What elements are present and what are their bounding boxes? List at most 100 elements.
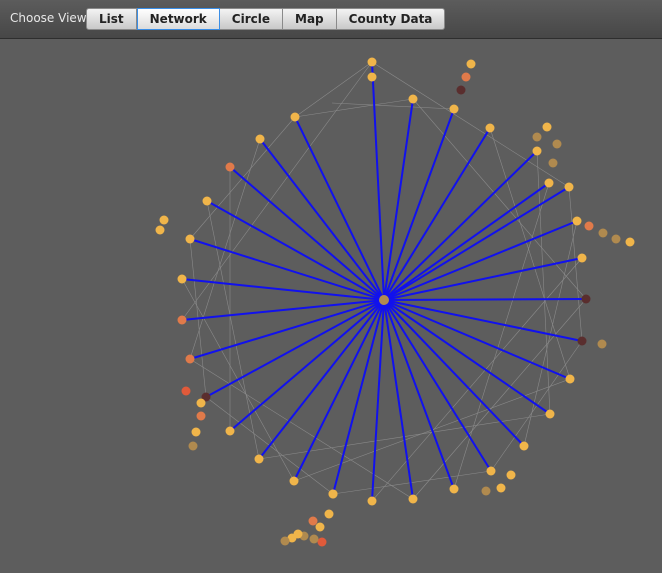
- view-toolbar: Choose View List Network Circle Map Coun…: [0, 0, 662, 39]
- network-node[interactable]: [532, 132, 542, 142]
- network-node[interactable]: [255, 134, 265, 144]
- network-node[interactable]: [564, 182, 574, 192]
- network-node[interactable]: [196, 411, 206, 421]
- network-node[interactable]: [254, 454, 264, 464]
- tab-map[interactable]: Map: [283, 8, 337, 30]
- tab-network[interactable]: Network: [136, 8, 220, 30]
- network-node[interactable]: [280, 536, 290, 546]
- network-node[interactable]: [185, 354, 195, 364]
- choose-view-label: Choose View: [10, 11, 87, 25]
- network-node[interactable]: [367, 72, 377, 82]
- network-node[interactable]: [581, 294, 591, 304]
- network-node[interactable]: [185, 234, 195, 244]
- spoke-link: [383, 186, 570, 301]
- network-node[interactable]: [408, 94, 418, 104]
- faint-link: [206, 200, 260, 460]
- tab-circle[interactable]: Circle: [219, 8, 283, 30]
- spoke-link: [383, 98, 414, 301]
- spoke-link: [294, 116, 385, 301]
- network-node[interactable]: [548, 158, 558, 168]
- network-node[interactable]: [196, 398, 206, 408]
- spoke-link: [383, 299, 525, 447]
- faint-link: [371, 61, 570, 188]
- network-node[interactable]: [532, 146, 542, 156]
- network-node[interactable]: [449, 484, 459, 494]
- faint-link: [331, 102, 455, 110]
- spoke-link: [383, 220, 578, 301]
- network-node[interactable]: [481, 486, 491, 496]
- network-node[interactable]: [611, 234, 621, 244]
- network-node[interactable]: [496, 483, 506, 493]
- network-node[interactable]: [159, 215, 169, 225]
- network-node[interactable]: [191, 427, 201, 437]
- network-node[interactable]: [577, 336, 587, 346]
- network-node[interactable]: [225, 426, 235, 436]
- network-node[interactable]: [598, 228, 608, 238]
- network-node[interactable]: [456, 85, 466, 95]
- network-node[interactable]: [552, 139, 562, 149]
- network-node[interactable]: [565, 374, 575, 384]
- network-node[interactable]: [584, 221, 594, 231]
- faint-link: [490, 340, 583, 472]
- network-node[interactable]: [317, 537, 327, 547]
- network-canvas[interactable]: [0, 39, 662, 573]
- network-node[interactable]: [315, 522, 325, 532]
- faint-link: [412, 298, 587, 500]
- network-graph[interactable]: [0, 39, 662, 573]
- spoke-link: [383, 299, 414, 500]
- network-node[interactable]: [293, 529, 303, 539]
- spoke-link: [371, 61, 385, 301]
- network-node[interactable]: [367, 57, 377, 67]
- spoke-links: [181, 61, 587, 502]
- spoke-link: [371, 299, 385, 502]
- faint-link: [294, 98, 414, 118]
- network-node[interactable]: [290, 112, 300, 122]
- spoke-link: [258, 299, 385, 460]
- network-node[interactable]: [466, 59, 476, 69]
- hub-node[interactable]: [379, 295, 389, 305]
- network-node[interactable]: [225, 162, 235, 172]
- network-node[interactable]: [485, 123, 495, 133]
- faint-link: [294, 61, 373, 118]
- network-node[interactable]: [449, 104, 459, 114]
- faint-link: [489, 127, 571, 380]
- network-node[interactable]: [289, 476, 299, 486]
- network-node[interactable]: [519, 441, 529, 451]
- network-node[interactable]: [486, 466, 496, 476]
- faint-link: [568, 186, 583, 342]
- network-node[interactable]: [572, 216, 582, 226]
- network-node[interactable]: [308, 516, 318, 526]
- network-node[interactable]: [506, 470, 516, 480]
- network-node[interactable]: [408, 494, 418, 504]
- tab-list[interactable]: List: [86, 8, 137, 30]
- network-node[interactable]: [177, 315, 187, 325]
- network-node[interactable]: [188, 441, 198, 451]
- spoke-link: [293, 299, 385, 482]
- view-tabs: List Network Circle Map County Data: [86, 8, 446, 30]
- faint-link: [371, 257, 583, 502]
- footer-strip: [0, 573, 662, 581]
- spoke-link: [383, 298, 587, 301]
- spoke-link: [229, 166, 385, 301]
- network-node[interactable]: [177, 274, 187, 284]
- network-node[interactable]: [597, 339, 607, 349]
- network-node[interactable]: [155, 225, 165, 235]
- network-node[interactable]: [542, 122, 552, 132]
- spoke-link: [383, 299, 571, 380]
- spoke-link: [259, 138, 385, 301]
- network-node[interactable]: [461, 72, 471, 82]
- network-node[interactable]: [324, 509, 334, 519]
- network-node[interactable]: [625, 237, 635, 247]
- network-node[interactable]: [328, 489, 338, 499]
- faint-link: [412, 98, 587, 300]
- network-node[interactable]: [545, 409, 555, 419]
- tab-county-data[interactable]: County Data: [336, 8, 446, 30]
- network-node[interactable]: [309, 534, 319, 544]
- network-node[interactable]: [577, 253, 587, 263]
- spoke-link: [383, 150, 538, 301]
- network-node[interactable]: [181, 386, 191, 396]
- network-node[interactable]: [367, 496, 377, 506]
- spoke-link: [229, 299, 385, 432]
- network-node[interactable]: [202, 196, 212, 206]
- network-node[interactable]: [544, 178, 554, 188]
